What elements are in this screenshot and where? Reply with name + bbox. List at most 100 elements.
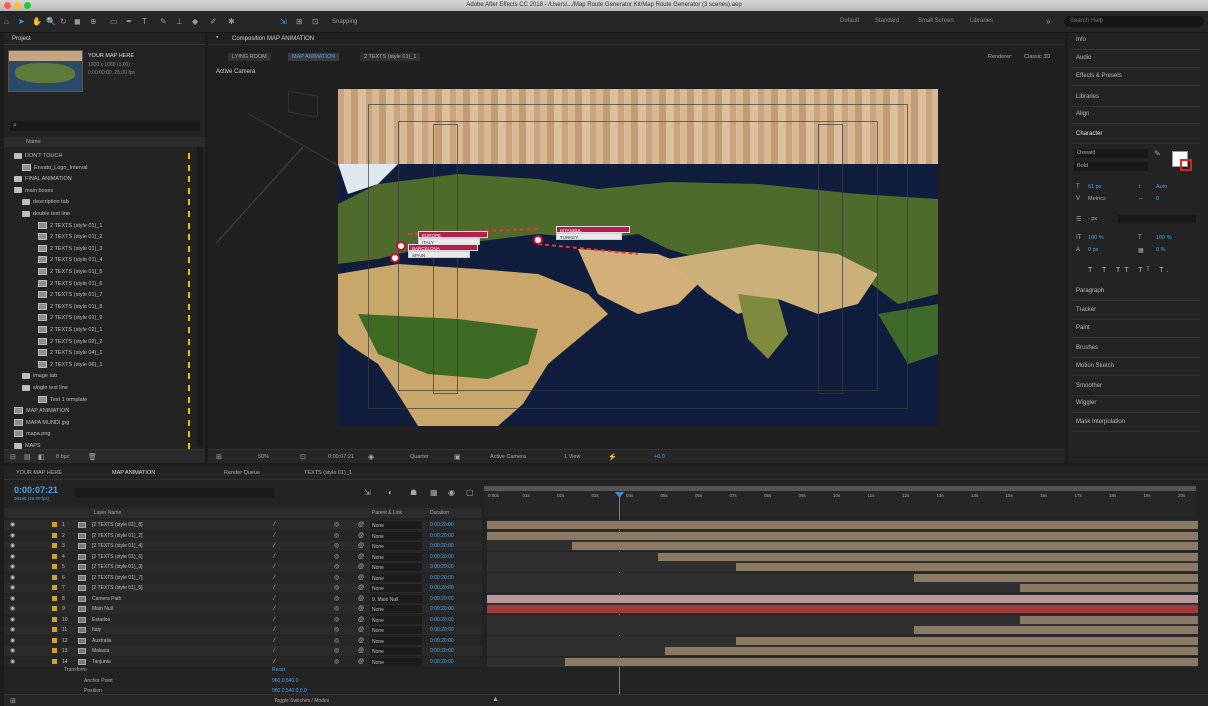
label-color-swatch[interactable] [52, 564, 57, 569]
layer-duration-bar[interactable] [572, 542, 1198, 550]
work-area-bar[interactable] [484, 486, 1196, 491]
panel-smoother[interactable]: Smoother [1076, 383, 1102, 389]
label-color-swatch[interactable] [188, 385, 190, 391]
layer-row[interactable]: ◉ 14 Tanjunia ⁄ ◎ @ None 0:00:20:00 [4, 656, 482, 667]
project-item[interactable]: single text line [8, 383, 198, 393]
workspace-standard[interactable]: Standard [875, 18, 899, 24]
baseline-shift-value[interactable]: 0 px [1088, 247, 1098, 253]
layer-row[interactable]: ◉ 3 [2 TEXTS (style 01)_4] ⁄ ◎ @ None 0:00:20:0… [4, 541, 482, 551]
shy-switch-icon[interactable]: ⁄ [274, 604, 275, 614]
panel-info[interactable]: Info [1076, 37, 1086, 43]
label-color-swatch[interactable] [188, 443, 190, 449]
map-tag-barcelona[interactable]: BARCELONA [408, 244, 478, 251]
pickwhip-icon[interactable]: @ [358, 552, 364, 562]
parent-select[interactable]: None [370, 626, 422, 634]
parent-select[interactable]: None [370, 531, 422, 540]
workspace-default[interactable]: Default [840, 18, 859, 24]
timeline-current-time[interactable]: 0:00:07:21 [14, 485, 58, 495]
font-size-value[interactable]: 61 px [1088, 184, 1101, 190]
project-item[interactable]: description tab [8, 197, 198, 207]
parent-select[interactable]: 9. Main Null [370, 594, 422, 603]
shy-switch-icon[interactable]: ⁄ [274, 520, 275, 530]
project-item[interactable]: MAP ANIMATION [8, 406, 198, 416]
safe-zones-icon[interactable]: ⊡ [300, 453, 306, 461]
layer-name[interactable]: [2 TEXTS (style 01)_8] [92, 520, 142, 530]
3d-layer-icon[interactable]: ◎ [334, 562, 339, 572]
label-color-swatch[interactable] [52, 606, 57, 611]
tracking-value[interactable]: 0 [1156, 196, 1159, 202]
crumb-2[interactable]: 2 TEXTS (style 01)_1 [360, 53, 421, 61]
layer-name[interactable]: Malasia [92, 646, 109, 656]
parent-select[interactable]: None [370, 605, 422, 613]
panel-paint[interactable]: Paint [1076, 325, 1090, 331]
selection-tool-icon[interactable]: ➤ [18, 17, 25, 26]
map-pin-icon[interactable] [396, 241, 406, 251]
label-color-swatch[interactable] [188, 176, 190, 183]
parent-select[interactable]: None [370, 521, 422, 529]
3d-layer-icon[interactable]: ◎ [334, 657, 339, 667]
panel-motion-sketch[interactable]: Motion Sketch [1076, 363, 1114, 369]
visibility-eye-icon[interactable]: ◉ [10, 604, 15, 614]
clone-stamp-tool-icon[interactable]: ⊥ [176, 17, 183, 26]
stroke-color-swatch[interactable] [1180, 159, 1192, 171]
lock-icon[interactable]: ▪ [216, 34, 218, 41]
layer-duration-bar[interactable] [1020, 615, 1198, 624]
panel-tracker[interactable]: Tracker [1076, 307, 1096, 313]
layer-duration-bar[interactable] [487, 605, 1198, 613]
shy-switch-icon[interactable]: ⁄ [274, 552, 275, 562]
project-item[interactable]: FINAL ANIMATION [8, 174, 198, 184]
project-item[interactable]: main boxes [8, 186, 198, 196]
project-item[interactable]: 2 TEXTS (style 01)_9 [8, 313, 198, 323]
3d-layer-icon[interactable]: ◎ [334, 646, 339, 656]
shy-switch-icon[interactable]: ⁄ [274, 562, 275, 572]
crumb-0[interactable]: LYING ROOM [228, 53, 271, 61]
frame-blending-icon[interactable]: ▦ [430, 488, 438, 497]
label-color-swatch[interactable] [52, 616, 57, 622]
project-item[interactable]: 2 TEXTS (style 01)_4 [8, 255, 198, 265]
3d-layer-icon[interactable]: ◎ [334, 583, 339, 593]
rectangle-tool-icon[interactable]: ▭ [110, 17, 118, 26]
layer-name[interactable]: [2 TEXTS (style 01)_4] [92, 541, 142, 551]
map-pin-icon[interactable] [533, 235, 543, 245]
map-tag-istanbul[interactable]: ISTANBUL [556, 226, 630, 233]
toggle-switches-modes[interactable]: Toggle Switches / Modes [274, 698, 329, 704]
zoom-out-icon[interactable]: ▲ [492, 696, 499, 703]
stroke-style-select[interactable] [1118, 215, 1196, 223]
layer-duration-bar[interactable] [913, 573, 1198, 582]
project-item[interactable]: 2 TEXTS (style 01)_3 [8, 244, 198, 254]
label-color-swatch[interactable] [188, 269, 190, 275]
map-pin-icon[interactable] [390, 253, 400, 263]
label-color-swatch[interactable] [188, 396, 190, 403]
tsume-value[interactable]: 0 % [1156, 247, 1165, 253]
parent-select[interactable]: None [370, 573, 422, 582]
parent-select[interactable]: None [370, 615, 422, 624]
tab-texts-style[interactable]: TEXTS (style 01)_1 [304, 470, 352, 476]
label-color-swatch[interactable] [52, 658, 57, 664]
layer-duration[interactable]: 0:00:20:00 [430, 552, 454, 562]
label-color-swatch[interactable] [188, 292, 190, 299]
project-item[interactable]: double text line [8, 209, 198, 219]
layer-name[interactable]: Italy [92, 625, 101, 635]
workspace-menu-icon[interactable]: » [1046, 17, 1050, 26]
3d-layer-icon[interactable]: ◎ [334, 594, 339, 604]
map-tag-europe[interactable]: EUROPE [418, 231, 488, 238]
workspace-small-screen[interactable]: Small Screen [918, 18, 954, 24]
view-axis-icon[interactable]: ⊡ [312, 17, 319, 26]
visibility-eye-icon[interactable]: ◉ [10, 531, 15, 541]
world-axis-icon[interactable]: ⊞ [296, 17, 303, 26]
shy-switch-icon[interactable]: ⁄ [274, 541, 275, 551]
label-color-swatch[interactable] [188, 187, 190, 194]
pickwhip-icon[interactable]: @ [358, 604, 364, 614]
panel-audio[interactable]: Audio [1076, 55, 1091, 61]
layer-duration-bar[interactable] [487, 531, 1198, 540]
fast-previews-icon[interactable]: ⚡ [608, 453, 617, 461]
layer-name[interactable]: [2 TEXTS (style 01)_5] [92, 583, 142, 593]
layer-duration-bar[interactable] [664, 647, 1198, 655]
layer-duration-bar[interactable] [487, 521, 1198, 529]
axis-mode-icon[interactable]: ⇲ [280, 17, 287, 26]
label-color-swatch[interactable] [188, 245, 190, 252]
snapshot-icon[interactable]: ◉ [368, 453, 374, 461]
snapping-toggle[interactable]: Snapping [332, 18, 357, 27]
region-of-interest-icon[interactable]: ▣ [454, 453, 461, 461]
shy-switch-icon[interactable]: ⁄ [274, 594, 275, 604]
